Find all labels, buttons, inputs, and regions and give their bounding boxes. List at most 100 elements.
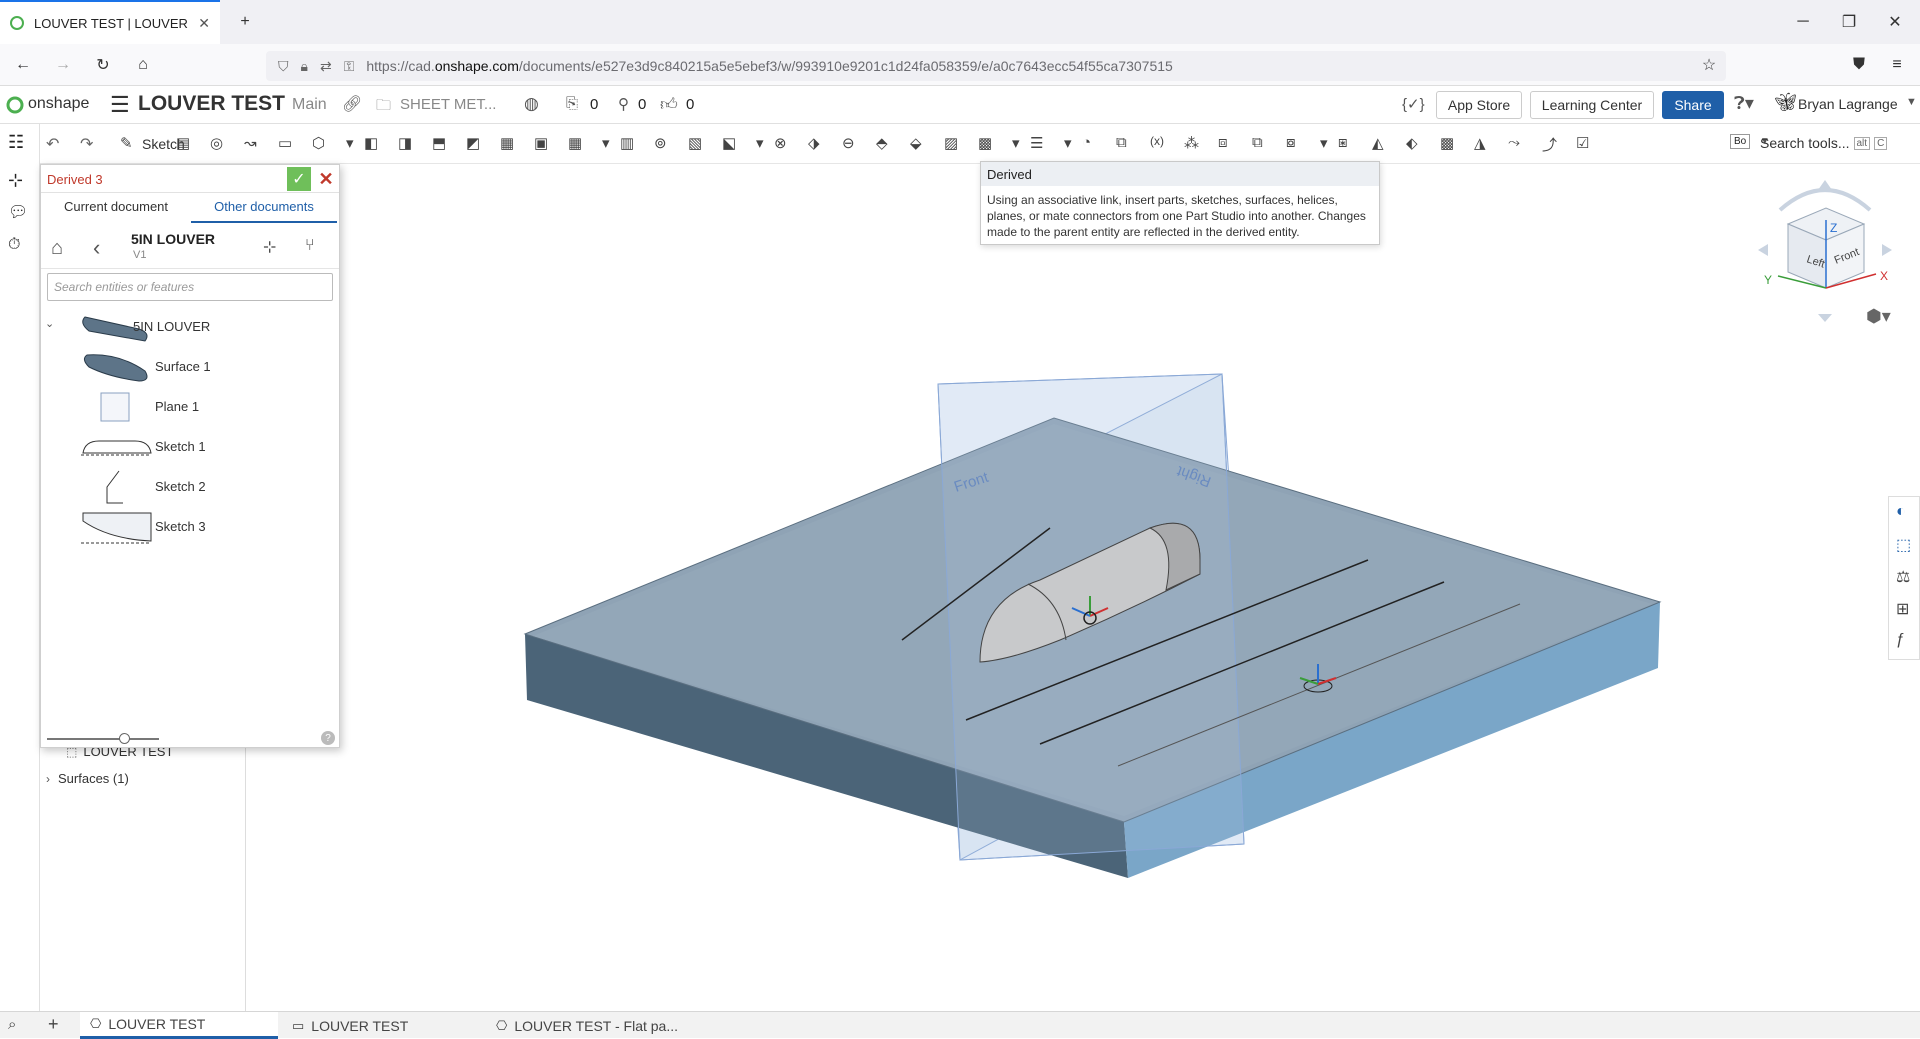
learning-center-button[interactable]: Learning Center — [1530, 91, 1654, 119]
browser-tab[interactable]: LOUVER TEST | LOUVER TEST ✕ — [0, 0, 220, 44]
sketch-icon[interactable]: ✎ — [120, 134, 142, 154]
versions-icon[interactable]: ⎘ — [566, 95, 578, 112]
entity-row-sketch-1[interactable]: Sketch 1 — [41, 427, 339, 467]
feature-list-icon[interactable]: ☷ — [8, 132, 32, 154]
entity-search-input[interactable]: Search entities or features — [47, 273, 333, 301]
sheet-metal-icon[interactable]: ▩ — [978, 134, 1000, 154]
confirm-check-icon[interactable]: ✓ — [287, 167, 311, 191]
shield-icon[interactable]: ⛉ — [278, 58, 289, 75]
boolean-icon[interactable]: ⊚ — [654, 134, 676, 154]
brand-name[interactable]: onshape — [28, 95, 89, 113]
sm-model-icon[interactable]: ⧈ — [1218, 134, 1240, 154]
thicken-icon[interactable]: ⬡ — [312, 134, 334, 154]
sm-rip-icon[interactable]: ⤳ — [1508, 134, 1530, 154]
graphics-viewport[interactable]: Front Right — [340, 164, 1880, 1010]
revolve-icon[interactable]: ◎ — [210, 134, 232, 154]
tab-current-document[interactable]: Current document — [53, 199, 179, 223]
close-window-icon[interactable]: ✕ — [1872, 0, 1918, 44]
app-store-button[interactable]: App Store — [1436, 91, 1522, 119]
variables-table-icon[interactable]: ƒ — [1896, 631, 1905, 649]
like-icon[interactable]: 👍︎ — [660, 94, 678, 115]
replace-face-icon[interactable]: ▨ — [944, 134, 966, 154]
derived-icon[interactable]: ⧉ — [1116, 134, 1138, 154]
delete-icon[interactable]: ⊗ — [774, 134, 796, 154]
extend-icon[interactable]: ⬘ — [876, 134, 898, 154]
surfaces-list-item[interactable]: › Surfaces (1) — [46, 771, 129, 786]
version-branch-icon[interactable]: ⑂ — [305, 237, 315, 255]
part-properties-icon[interactable]: ⬚ — [1896, 535, 1911, 555]
branch-label[interactable]: Main — [292, 96, 327, 114]
onshape-logo-icon[interactable] — [6, 96, 24, 114]
collapse-chevron-icon[interactable]: ⌄ — [45, 317, 54, 330]
entity-row-plane-1[interactable]: Plane 1 — [41, 387, 339, 427]
appearance-icon[interactable]: ◐ — [1896, 503, 1906, 521]
plane-icon[interactable]: ▤ — [176, 134, 198, 154]
sm-flange-icon[interactable]: ⧉ — [1252, 134, 1274, 154]
variable-x-icon[interactable]: (x) — [1150, 134, 1172, 154]
sm-bend-icon[interactable]: ⧆ — [1338, 134, 1360, 154]
hamburger-menu-icon[interactable]: ☰ — [110, 92, 130, 118]
mirror-icon[interactable]: ▥ — [620, 134, 642, 154]
sweep-icon[interactable]: ↝ — [244, 134, 266, 154]
minimize-window-icon[interactable]: ─ — [1780, 0, 1826, 44]
new-tab-icon[interactable]: + — [222, 0, 268, 44]
folder-label[interactable]: SHEET MET... — [400, 96, 496, 113]
close-tab-icon[interactable]: ✕ — [198, 15, 210, 32]
move-face-icon[interactable]: ⬙ — [910, 134, 932, 154]
delete-face-icon[interactable]: ⊖ — [842, 134, 864, 154]
tab-other-documents[interactable]: Other documents — [191, 199, 337, 223]
sm-relief-icon[interactable]: ▩ — [1440, 134, 1462, 154]
transform-icon[interactable]: ⬕ — [722, 134, 744, 154]
configurations-icon[interactable]: ⊞ — [1896, 599, 1909, 619]
expand-chevron-icon[interactable]: › — [46, 772, 50, 786]
user-avatar-icon[interactable]: 🦋︎ — [1774, 92, 1797, 113]
fillet-icon[interactable]: ◧ — [364, 134, 386, 154]
menu-icon[interactable]: ≡ — [1874, 44, 1920, 86]
restore-window-icon[interactable]: ❐ — [1826, 0, 1872, 44]
mass-properties-icon[interactable]: ⚖ — [1896, 567, 1910, 587]
split-icon[interactable]: ▧ — [688, 134, 710, 154]
close-dialog-icon[interactable]: ✕ — [315, 167, 337, 191]
comments-icon[interactable]: 💬︎ — [8, 202, 32, 224]
rib-icon[interactable]: ▣ — [534, 134, 556, 154]
sm-joint-icon[interactable]: ◮ — [1474, 134, 1496, 154]
entity-row-sketch-2[interactable]: Sketch 2 — [41, 467, 339, 507]
variable-icon[interactable]: ☰ — [1030, 134, 1052, 154]
helix-icon[interactable]: ◔ — [1082, 134, 1104, 154]
entity-row-surface-1[interactable]: Surface 1 — [41, 347, 339, 387]
folder-icon[interactable]: 🗀 — [376, 95, 391, 120]
search-tools-button[interactable]: Search tools... alt C — [1740, 130, 1920, 156]
document-title[interactable]: LOUVER TEST — [138, 92, 285, 116]
redo-icon[interactable]: ↷ — [80, 134, 102, 154]
lock-icon[interactable]: 🔒︎ — [301, 58, 308, 75]
sm-form-icon[interactable]: ◭ — [1372, 134, 1394, 154]
sm-unfold-icon[interactable]: ⤴ — [1542, 134, 1564, 154]
sm-finish-icon[interactable]: ☑ — [1576, 134, 1598, 154]
view-options-icon[interactable]: ⬢▾ — [1866, 306, 1891, 327]
tab-manager-icon[interactable]: ⌕ — [8, 1016, 16, 1033]
help-menu-icon[interactable]: ❓︎▾ — [1734, 93, 1754, 114]
pattern-icon[interactable]: ▦ — [568, 134, 590, 154]
add-tab-icon[interactable]: + — [48, 1014, 59, 1035]
history-icon[interactable]: ⏱︎ — [8, 236, 32, 258]
shell-icon[interactable]: ◩ — [466, 134, 488, 154]
sm-tab-icon[interactable]: ⧇ — [1286, 134, 1308, 154]
key-icon[interactable]: ⚿ — [344, 58, 355, 75]
help-icon[interactable]: ? — [321, 731, 335, 745]
entity-row-sketch-3[interactable]: Sketch 3 — [41, 507, 339, 547]
sm-corner-icon[interactable]: ⬖ — [1406, 134, 1428, 154]
link-icon[interactable]: 🔗︎ — [342, 94, 362, 114]
user-menu-chevron-icon[interactable]: ▼ — [1906, 96, 1917, 108]
draft-icon[interactable]: ⬒ — [432, 134, 454, 154]
bookmark-star-icon[interactable]: ☆ — [1686, 44, 1732, 86]
share-button[interactable]: Share — [1662, 91, 1724, 119]
pin-icon[interactable]: ⚲ — [618, 95, 629, 113]
tab-flat-pattern[interactable]: ⎔ LOUVER TEST - Flat pa... — [486, 1012, 686, 1039]
mate-connector-icon[interactable]: ⬗ — [808, 134, 830, 154]
hole-icon[interactable]: ▦ — [500, 134, 522, 154]
variables-icon[interactable]: {✓} — [1402, 95, 1425, 113]
slider-handle[interactable] — [119, 733, 130, 744]
thumbnail-size-slider[interactable] — [47, 738, 159, 740]
permissions-icon[interactable]: ⇄ — [320, 58, 332, 75]
tab-drawing[interactable]: ▭ LOUVER TEST — [282, 1012, 480, 1039]
